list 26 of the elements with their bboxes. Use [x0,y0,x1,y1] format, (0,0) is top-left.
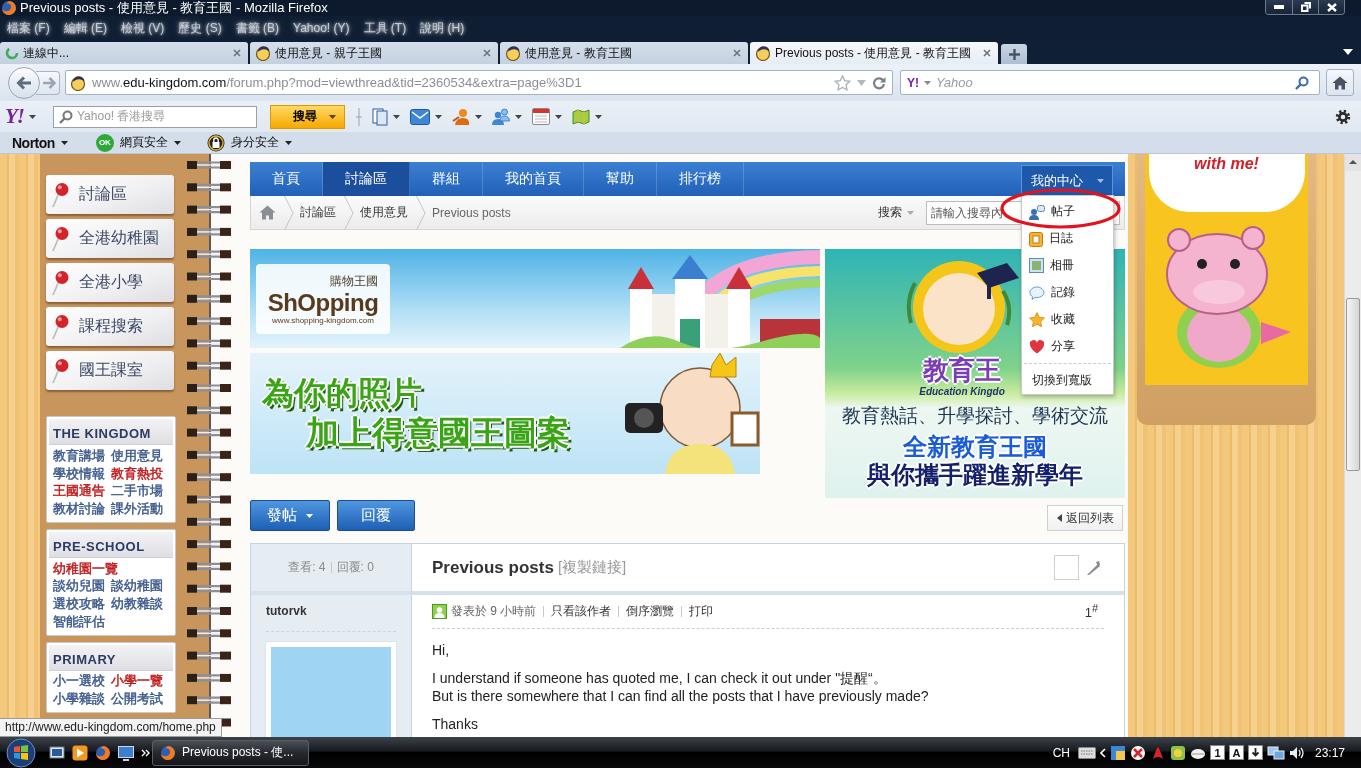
window-title: Previous posts - 使用意見 - 教育王國 - Mozilla Firefox [20,0,328,16]
banner-text: 教育熱話、升學探討、學術交流 [842,404,1108,428]
post-text: Thanks [432,715,479,733]
thread-title: Previous posts [432,557,554,578]
ok-badge: OK [95,133,114,152]
post-time: 發表於 9 小時前 [451,603,537,620]
banner-text: 為你的照片 [262,374,423,413]
logo-text: Education Kingdo [919,385,1005,398]
stat-text: 查看: 4 [288,559,326,576]
section-title: THE KINGDOM [49,419,173,445]
banner-text: 購物王國 [330,272,378,290]
status-tooltip: http://www.edu-kingdom.com/home.php [0,718,222,737]
banner-text: www.shopping-kingdom.com [272,315,374,325]
banner-text: 全新教育王國 [903,433,1047,461]
banner-text: 與你攜手躍進新學年 [867,461,1083,489]
logo-text: 教育王 [923,355,1001,385]
post-text: But is there somewhere that I can find all the posts that I have previously made? [432,687,930,705]
post-text: I understand if someone has quoted me, I can check it out under "提醒“。 [432,669,888,687]
logo-text: ShOpping [267,289,379,316]
promo-caption: with me! [1194,155,1259,174]
section-title: PRIMARY [49,644,173,671]
section-title: PRE-SCHOOL [49,531,173,558]
banner-text: 加上得意國王圖案 [304,413,571,453]
post-text: Hi, [432,641,451,659]
floor-number: 1$^{#}$ [1084,602,1098,621]
stat-text: 回覆: 0 [336,559,374,576]
